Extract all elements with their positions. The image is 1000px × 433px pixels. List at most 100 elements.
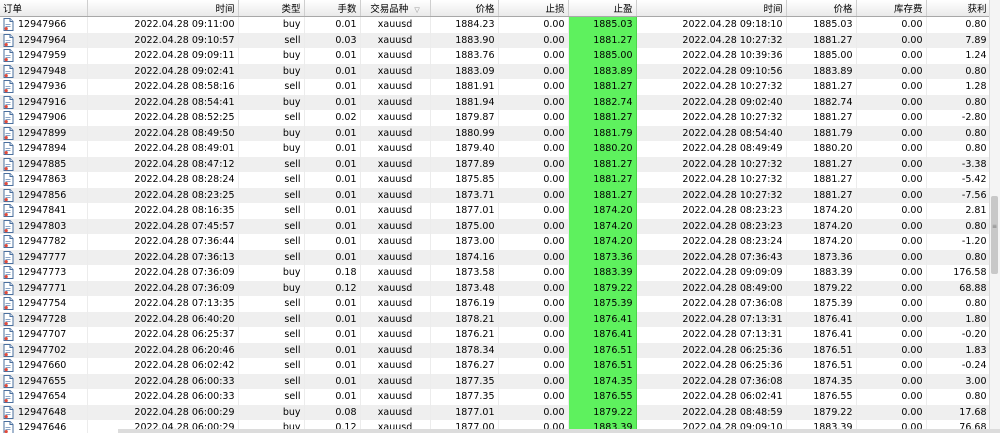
document-icon: [3, 343, 14, 357]
swap-cell: 0.00: [856, 218, 927, 234]
table-row[interactable]: 12947964 2022.04.28 09:10:57 sell 0.03 xauus…: [0, 32, 990, 48]
vertical-scrollbar[interactable]: ≡: [989, 0, 1000, 433]
table-row[interactable]: 12947856 2022.04.28 08:23:25 sell 0.01 xauus…: [0, 187, 990, 203]
table-row[interactable]: 12947654 2022.04.28 06:00:33 sell 0.01 xauus…: [0, 389, 990, 405]
type-cell: sell: [238, 389, 305, 405]
open-price-cell: 1875.85: [430, 172, 499, 188]
close-price-cell: 1876.41: [786, 311, 857, 327]
order-cell: 12947856: [0, 187, 88, 203]
scrollbar-thumb[interactable]: [991, 196, 998, 274]
order-cell: 12947899: [0, 125, 88, 141]
sl-cell: 0.00: [498, 389, 569, 405]
table-row[interactable]: 12947773 2022.04.28 07:36:09 buy 0.18 xauusd…: [0, 265, 990, 281]
table-row[interactable]: 12947906 2022.04.28 08:52:25 sell 0.02 xauus…: [0, 110, 990, 126]
order-cell: 12947863: [0, 172, 88, 188]
profit-cell: 7.89: [926, 32, 990, 48]
table-row[interactable]: 12947777 2022.04.28 07:36:13 sell 0.01 xauus…: [0, 249, 990, 265]
sl-cell: 0.00: [498, 404, 569, 420]
table-row[interactable]: 12947655 2022.04.28 06:00:33 sell 0.01 xauus…: [0, 373, 990, 389]
sl-cell: 0.00: [498, 358, 569, 374]
tp-cell: 1881.27: [568, 156, 637, 172]
lots-cell: 0.03: [304, 32, 361, 48]
order-cell: 12947646: [0, 420, 88, 433]
column-header-swap[interactable]: 库存费: [856, 0, 927, 17]
order-cell: 12947964: [0, 32, 88, 48]
close-time-cell: 2022.04.28 08:23:23: [636, 203, 787, 219]
table-row[interactable]: 12947648 2022.04.28 06:00:29 buy 0.08 xauusd…: [0, 404, 990, 420]
close-price-cell: 1874.20: [786, 203, 857, 219]
close-price-cell: 1882.74: [786, 94, 857, 110]
open-time-cell: 2022.04.28 07:36:13: [87, 249, 239, 265]
tp-cell: 1881.27: [568, 32, 637, 48]
document-icon: [3, 374, 14, 388]
table-row[interactable]: 12947916 2022.04.28 08:54:41 buy 0.01 xauusd…: [0, 94, 990, 110]
lots-cell: 0.01: [304, 296, 361, 312]
column-header-type[interactable]: 类型: [238, 0, 305, 17]
horizontal-scrollbar[interactable]: [118, 429, 1000, 433]
table-row[interactable]: 12947894 2022.04.28 08:49:01 buy 0.01 xauusd…: [0, 141, 990, 157]
open-time-cell: 2022.04.28 08:28:24: [87, 172, 239, 188]
tp-cell: 1880.20: [568, 141, 637, 157]
type-cell: sell: [238, 234, 305, 250]
order-cell-content: 12947773: [3, 266, 84, 280]
table-row[interactable]: 12947966 2022.04.28 09:11:00 buy 0.01 xauusd…: [0, 16, 990, 33]
swap-cell: 0.00: [856, 404, 927, 420]
close-time-cell: 2022.04.28 09:10:56: [636, 63, 787, 79]
tp-cell: 1874.20: [568, 218, 637, 234]
table-row[interactable]: 12947936 2022.04.28 08:58:16 sell 0.01 xauus…: [0, 79, 990, 95]
open-price-cell: 1881.94: [430, 94, 499, 110]
lots-cell: 0.01: [304, 63, 361, 79]
table-row[interactable]: 12947803 2022.04.28 07:45:57 sell 0.01 xauus…: [0, 218, 990, 234]
sl-cell: 0.00: [498, 311, 569, 327]
order-number: 12947916: [18, 96, 67, 108]
order-cell: 12947728: [0, 311, 88, 327]
symbol-cell: xauusd: [360, 63, 431, 79]
tp-cell: 1883.39: [568, 265, 637, 281]
table-row[interactable]: 12947771 2022.04.28 07:36:09 buy 0.12 xauusd…: [0, 280, 990, 296]
table-row[interactable]: 12947660 2022.04.28 06:02:42 sell 0.01 xauus…: [0, 358, 990, 374]
column-header-lots[interactable]: 手数: [304, 0, 361, 17]
open-price-cell: 1883.09: [430, 63, 499, 79]
column-header-open-price[interactable]: 价格: [430, 0, 499, 17]
column-header-close-time[interactable]: 时间: [636, 0, 787, 17]
table-row[interactable]: 12947899 2022.04.28 08:49:50 buy 0.01 xauusd…: [0, 125, 990, 141]
table-row[interactable]: 12947959 2022.04.28 09:09:11 buy 0.01 xauusd…: [0, 48, 990, 64]
column-header-close-price[interactable]: 价格: [786, 0, 857, 17]
document-icon: [3, 126, 14, 140]
close-time-cell: 2022.04.28 08:49:00: [636, 280, 787, 296]
lots-cell: 0.01: [304, 203, 361, 219]
table-row[interactable]: 12947728 2022.04.28 06:40:20 sell 0.01 xauus…: [0, 311, 990, 327]
document-icon: [3, 266, 14, 280]
tp-cell: 1879.22: [568, 280, 637, 296]
document-icon: [3, 328, 14, 342]
table-row[interactable]: 12947782 2022.04.28 07:36:44 sell 0.01 xauus…: [0, 234, 990, 250]
close-price-cell: 1876.51: [786, 342, 857, 358]
table-row[interactable]: 12947841 2022.04.28 08:16:35 sell 0.01 xauus…: [0, 203, 990, 219]
profit-cell: 68.88: [926, 280, 990, 296]
open-time-cell: 2022.04.28 07:36:09: [87, 280, 239, 296]
table-row[interactable]: 12947948 2022.04.28 09:02:41 buy 0.01 xauusd…: [0, 63, 990, 79]
column-header-symbol[interactable]: 交易品种 ▽: [360, 0, 431, 17]
table-row[interactable]: 12947754 2022.04.28 07:13:35 sell 0.01 xauus…: [0, 296, 990, 312]
column-header-open-time[interactable]: 时间: [87, 0, 239, 17]
lots-cell: 0.01: [304, 48, 361, 64]
table-row[interactable]: 12947863 2022.04.28 08:28:24 sell 0.01 xauus…: [0, 172, 990, 188]
document-icon: [3, 33, 14, 47]
order-cell: 12947754: [0, 296, 88, 312]
order-number: 12947648: [18, 406, 67, 418]
order-cell-content: 12947863: [3, 173, 84, 187]
column-header-order[interactable]: 订单: [0, 0, 88, 17]
table-row[interactable]: 12947702 2022.04.28 06:20:46 sell 0.01 xauus…: [0, 342, 990, 358]
lots-cell: 0.08: [304, 404, 361, 420]
close-time-cell: 2022.04.28 06:02:41: [636, 389, 787, 405]
column-header-sl[interactable]: 止损: [498, 0, 569, 17]
open-price-cell: 1879.40: [430, 141, 499, 157]
open-price-cell: 1873.71: [430, 187, 499, 203]
table-row[interactable]: 12947707 2022.04.28 06:25:37 sell 0.01 xauus…: [0, 327, 990, 343]
profit-cell: 0.80: [926, 218, 990, 234]
document-icon: [3, 188, 14, 202]
table-row[interactable]: 12947885 2022.04.28 08:47:12 sell 0.01 xauus…: [0, 156, 990, 172]
column-header-tp[interactable]: 止盈: [568, 0, 637, 17]
symbol-cell: xauusd: [360, 280, 431, 296]
column-header-profit[interactable]: 获利: [926, 0, 990, 17]
